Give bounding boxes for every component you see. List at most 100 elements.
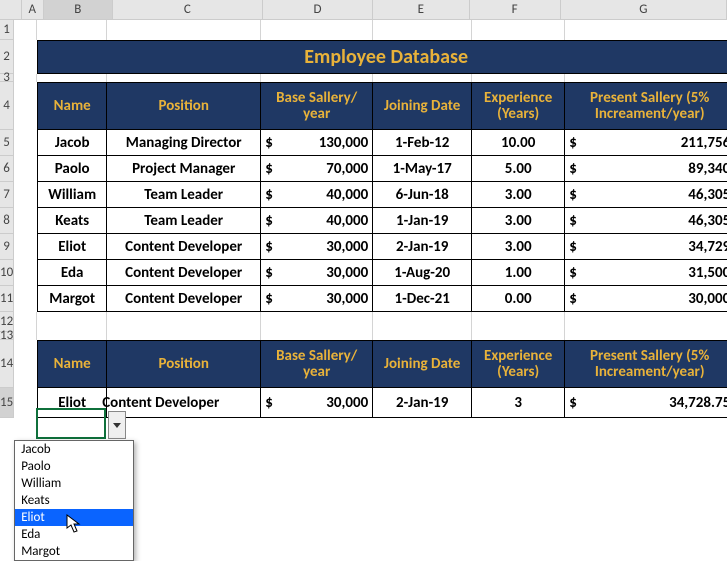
header-present: Present Sallery (5% Increament/year) — [565, 82, 727, 130]
cell-exp[interactable]: 0.00 — [472, 286, 565, 312]
row-8[interactable]: 8 — [0, 208, 13, 234]
lookup-header-row: Name Position Base Sallery/ year Joining… — [37, 340, 727, 388]
cell-joining[interactable]: 1-Feb-12 — [373, 130, 472, 156]
table-row: WilliamTeam Leader$40,0006-Jun-183.00$46… — [37, 182, 727, 208]
cell-joining[interactable]: 1-Aug-20 — [373, 260, 472, 286]
cell-position[interactable]: Team Leader — [107, 208, 261, 234]
cell-name[interactable]: William — [37, 182, 107, 208]
row-6[interactable]: 6 — [0, 156, 13, 182]
lookup-position-cell[interactable]: Content Developer — [107, 388, 261, 418]
dropdown-option[interactable]: Paolo — [15, 458, 133, 475]
row-11[interactable]: 11 — [0, 286, 13, 312]
header2-position: Position — [107, 340, 261, 388]
cell-name[interactable]: Keats — [37, 208, 107, 234]
cell-present[interactable]: $46,305 — [565, 182, 727, 208]
row-7[interactable]: 7 — [0, 182, 13, 208]
cell-position[interactable]: Content Developer — [107, 234, 261, 260]
cell-joining[interactable]: 1-Dec-21 — [373, 286, 472, 312]
cell-position[interactable]: Content Developer — [107, 286, 261, 312]
table-row: KeatsTeam Leader$40,0001-Jan-193.00$46,3… — [37, 208, 727, 234]
lookup-joining-cell[interactable]: 2-Jan-19 — [373, 388, 472, 418]
column-header-row[interactable]: A B C D E F G — [0, 0, 727, 20]
row-header-col[interactable]: 1 2 3 4 5 6 7 8 9 10 11 12 13 14 15 — [0, 20, 14, 418]
dropdown-option[interactable]: Jacob — [15, 441, 133, 458]
row-5[interactable]: 5 — [0, 130, 13, 156]
table-row: PaoloProject Manager$70,0001-May-175.00$… — [37, 156, 727, 182]
row-10[interactable]: 10 — [0, 260, 13, 286]
dropdown-list[interactable]: JacobPaoloWilliamKeatsEliotEdaMargot — [14, 440, 134, 561]
cell-joining[interactable]: 2-Jan-19 — [373, 234, 472, 260]
cell-base[interactable]: $30,000 — [261, 260, 373, 286]
cell-present[interactable]: $211,756 — [565, 130, 727, 156]
header2-exp: Experience (Years) — [472, 340, 565, 388]
row-14[interactable]: 14 — [0, 340, 13, 388]
cell-name[interactable]: Eliot — [37, 234, 107, 260]
col-B[interactable]: B — [44, 0, 113, 19]
row-13[interactable]: 13 — [0, 332, 13, 340]
lookup-row: Eliot Content Developer $30,000 2-Jan-19… — [37, 388, 727, 418]
dropdown-option[interactable]: Eliot — [15, 509, 133, 526]
lookup-exp-cell[interactable]: 3 — [472, 388, 565, 418]
select-all-corner[interactable] — [0, 0, 22, 19]
dropdown-arrow-button[interactable] — [108, 411, 126, 439]
col-C[interactable]: C — [113, 0, 264, 19]
cell-base[interactable]: $70,000 — [261, 156, 373, 182]
cell-name[interactable]: Jacob — [37, 130, 107, 156]
title-cell: Employee Database — [37, 40, 727, 74]
cell-exp[interactable]: 3.00 — [472, 234, 565, 260]
row-1[interactable]: 1 — [0, 20, 13, 40]
cell-base[interactable]: $130,000 — [261, 130, 373, 156]
dropdown-option[interactable]: William — [15, 475, 133, 492]
row-3[interactable]: 3 — [0, 74, 13, 82]
cell-name[interactable]: Margot — [37, 286, 107, 312]
row-15[interactable]: 15 — [0, 388, 13, 418]
table-row: MargotContent Developer$30,0001-Dec-210.… — [37, 286, 727, 312]
table-header-row: Name Position Base Sallery/ year Joining… — [37, 82, 727, 130]
col-A[interactable]: A — [22, 0, 45, 19]
col-F[interactable]: F — [470, 0, 561, 19]
cell-joining[interactable]: 1-May-17 — [373, 156, 472, 182]
header2-present: Present Sallery (5% Increament/year) — [565, 340, 727, 388]
cell-present[interactable]: $30,000 — [565, 286, 727, 312]
cell-name[interactable]: Paolo — [37, 156, 107, 182]
cell-base[interactable]: $40,000 — [261, 182, 373, 208]
cell-present[interactable]: $89,340 — [565, 156, 727, 182]
header-position: Position — [107, 82, 261, 130]
table-row: EdaContent Developer$30,0001-Aug-201.00$… — [37, 260, 727, 286]
col-G[interactable]: G — [561, 0, 727, 19]
lookup-present-cell[interactable]: $34,728.75 — [565, 388, 727, 418]
cell-position[interactable]: Content Developer — [107, 260, 261, 286]
cell-base[interactable]: $40,000 — [261, 208, 373, 234]
cell-position[interactable]: Team Leader — [107, 182, 261, 208]
dropdown-option[interactable]: Keats — [15, 492, 133, 509]
cell-exp[interactable]: 3.00 — [472, 208, 565, 234]
cell-joining[interactable]: 1-Jan-19 — [373, 208, 472, 234]
cell-present[interactable]: $34,729 — [565, 234, 727, 260]
cell-exp[interactable]: 3.00 — [472, 182, 565, 208]
lookup-name-cell[interactable]: Eliot — [37, 388, 107, 418]
worksheet-area[interactable]: Employee Database Name Position Base Sal… — [14, 20, 727, 418]
cell-position[interactable]: Project Manager — [107, 156, 261, 182]
header2-base: Base Sallery/ year — [261, 340, 373, 388]
cell-exp[interactable]: 10.00 — [472, 130, 565, 156]
row-4[interactable]: 4 — [0, 82, 13, 130]
cell-name[interactable]: Eda — [37, 260, 107, 286]
row-2[interactable]: 2 — [0, 40, 13, 74]
cell-exp[interactable]: 1.00 — [472, 260, 565, 286]
cell-present[interactable]: $31,500 — [565, 260, 727, 286]
cell-exp[interactable]: 5.00 — [472, 156, 565, 182]
col-D[interactable]: D — [263, 0, 373, 19]
lookup-base-cell[interactable]: $30,000 — [261, 388, 373, 418]
header-exp: Experience (Years) — [472, 82, 565, 130]
cell-joining[interactable]: 6-Jun-18 — [373, 182, 472, 208]
cell-base[interactable]: $30,000 — [261, 286, 373, 312]
cell-position[interactable]: Managing Director — [107, 130, 261, 156]
cell-present[interactable]: $46,305 — [565, 208, 727, 234]
header2-joining: Joining Date — [373, 340, 472, 388]
header-joining: Joining Date — [373, 82, 472, 130]
col-E[interactable]: E — [373, 0, 470, 19]
dropdown-option[interactable]: Eda — [15, 526, 133, 543]
cell-base[interactable]: $30,000 — [261, 234, 373, 260]
row-9[interactable]: 9 — [0, 234, 13, 260]
dropdown-option[interactable]: Margot — [15, 543, 133, 560]
